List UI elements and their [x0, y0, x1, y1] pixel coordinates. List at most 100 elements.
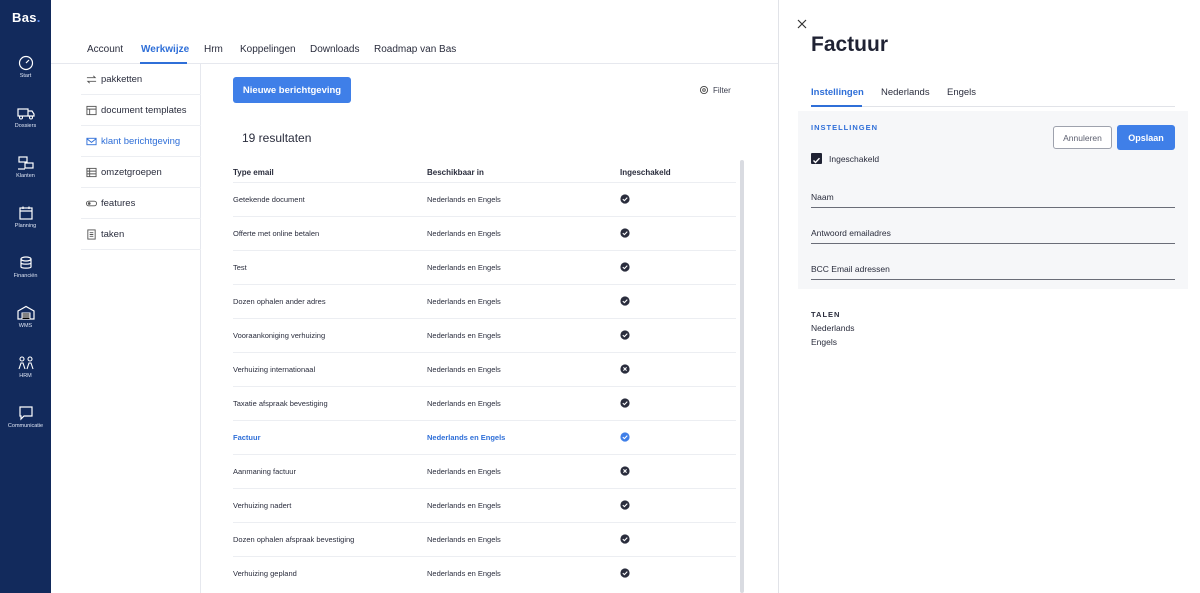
table-row[interactable]: Offerte met online betalen Nederlands en …: [233, 216, 736, 250]
enabled-check-icon: [620, 432, 630, 442]
row-beschikbaar-in: Nederlands en Engels: [427, 229, 501, 238]
row-beschikbaar-in: Nederlands en Engels: [427, 195, 501, 204]
column-beschikbaar-in: Beschikbaar in: [427, 168, 484, 177]
close-icon[interactable]: [797, 19, 807, 29]
active-tab-underline: [811, 105, 862, 107]
table-row[interactable]: Getekende document Nederlands en Engels: [233, 182, 736, 216]
table-row[interactable]: Verhuizing gepland Nederlands en Engels: [233, 556, 736, 590]
warehouse-icon: [16, 305, 35, 320]
nav-label: Klanten: [16, 173, 35, 179]
language-item: Nederlands: [811, 323, 855, 333]
nav-label: Start: [19, 73, 32, 79]
submenu-item-pakketten[interactable]: pakketten: [81, 64, 201, 95]
nav-label: Communicatie: [7, 423, 44, 429]
coins-icon: [19, 256, 32, 269]
nav-communicatie[interactable]: Communicatie: [0, 405, 51, 451]
nav-label: Planning: [14, 223, 37, 229]
nav-financien[interactable]: Financiën: [0, 255, 51, 301]
row-beschikbaar-in: Nederlands en Engels: [427, 569, 501, 578]
gauge-icon: [18, 55, 33, 71]
calendar-icon: [18, 206, 33, 220]
submenu-item-features[interactable]: features: [81, 188, 201, 219]
template-icon: [86, 105, 97, 115]
tab-hrm[interactable]: Hrm: [204, 44, 223, 55]
nav-label: HRM: [19, 373, 32, 379]
submenu-label: document templates: [101, 104, 187, 116]
nav-start[interactable]: Start: [0, 55, 51, 101]
swap-icon: [86, 75, 97, 83]
table-row[interactable]: Verhuizing internationaal Nederlands en E…: [233, 352, 736, 386]
table-row[interactable]: Test Nederlands en Engels: [233, 250, 736, 284]
disabled-x-icon: [620, 364, 630, 374]
row-type-email: Test: [233, 263, 247, 272]
results-count: 19 resultaten: [242, 131, 312, 145]
submenu-label: omzetgroepen: [101, 166, 162, 178]
cancel-button[interactable]: Annuleren: [1053, 126, 1112, 149]
submenu-label: features: [101, 197, 136, 209]
table-header: Type email Beschikbaar in Ingeschakeld: [233, 168, 738, 182]
settings-tabs: Account Werkwijze Hrm Koppelingen Downlo…: [51, 0, 778, 64]
settings-card: INSTELLINGEN Annuleren Opslaan Ingeschak…: [798, 111, 1188, 289]
table-row[interactable]: Factuur Nederlands en Engels: [233, 420, 736, 454]
list-scrollbar[interactable]: [740, 160, 744, 593]
row-beschikbaar-in: Nederlands en Engels: [427, 433, 506, 442]
filter-button[interactable]: Filter: [699, 85, 731, 95]
bcc-email-field[interactable]: BCC Email adressen: [811, 264, 1175, 280]
enabled-check-icon: [620, 262, 630, 272]
tab-downloads[interactable]: Downloads: [310, 44, 359, 55]
reply-email-field[interactable]: Antwoord emailadres: [811, 228, 1175, 244]
enabled-check-icon: [620, 534, 630, 544]
row-beschikbaar-in: Nederlands en Engels: [427, 399, 501, 408]
nav-hrm[interactable]: HRM: [0, 355, 51, 401]
app-logo[interactable]: Bas.: [12, 10, 41, 25]
panel-tabs: Instellingen Nederlands Engels: [811, 87, 1175, 107]
table-row[interactable]: Dozen ophalen afspraak bevestiging Nederl…: [233, 522, 736, 556]
tab-engels[interactable]: Engels: [947, 87, 976, 98]
row-type-email: Dozen ophalen afspraak bevestiging: [233, 535, 355, 544]
truck-icon: [16, 108, 35, 120]
enabled-check-icon: [620, 500, 630, 510]
enabled-check-icon: [620, 330, 630, 340]
table-row[interactable]: Aanmaning factuur Nederlands en Engels: [233, 454, 736, 488]
enabled-checkbox-label: Ingeschakeld: [829, 154, 880, 164]
table-row[interactable]: Dozen ophalen ander adres Nederlands en E…: [233, 284, 736, 318]
save-button[interactable]: Opslaan: [1117, 125, 1175, 150]
nav-label: Financiën: [13, 273, 38, 279]
row-type-email: Getekende document: [233, 195, 305, 204]
nav-klanten[interactable]: Klanten: [0, 155, 51, 201]
main-navigation-rail: Bas. Start Dossiers Klanten Planning Fin…: [0, 0, 51, 593]
row-type-email: Aanmaning factuur: [233, 467, 296, 476]
row-beschikbaar-in: Nederlands en Engels: [427, 365, 501, 374]
detail-panel: Factuur Instellingen Nederlands Engels I…: [778, 0, 1200, 593]
table-icon: [86, 167, 97, 177]
tab-account[interactable]: Account: [87, 44, 123, 55]
table-row[interactable]: Verhuizing nadert Nederlands en Engels: [233, 488, 736, 522]
submenu-item-omzetgroepen[interactable]: omzetgroepen: [81, 157, 201, 188]
row-beschikbaar-in: Nederlands en Engels: [427, 535, 501, 544]
submenu-label: pakketten: [101, 73, 143, 85]
naam-field[interactable]: Naam: [811, 192, 1175, 208]
nav-dossiers[interactable]: Dossiers: [0, 105, 51, 151]
submenu-item-taken[interactable]: taken: [81, 219, 201, 250]
nav-wms[interactable]: WMS: [0, 305, 51, 351]
submenu-item-klant-berichtgeving[interactable]: klant berichtgeving: [81, 126, 201, 157]
section-title: INSTELLINGEN: [811, 123, 879, 132]
tab-koppelingen[interactable]: Koppelingen: [240, 44, 296, 55]
tab-werkwijze[interactable]: Werkwijze: [141, 44, 189, 55]
tab-roadmap[interactable]: Roadmap van Bas: [374, 44, 456, 55]
tab-instellingen[interactable]: Instellingen: [811, 87, 864, 98]
row-type-email: Vooraankoniging verhuizing: [233, 331, 326, 340]
werkwijze-submenu: pakketten document templates klant beric…: [81, 64, 201, 593]
submenu-item-document-templates[interactable]: document templates: [81, 95, 201, 126]
people-icon: [17, 156, 34, 170]
tab-nederlands[interactable]: Nederlands: [881, 87, 930, 98]
mail-icon: [86, 137, 97, 145]
row-type-email: Verhuizing nadert: [233, 501, 292, 510]
nav-planning[interactable]: Planning: [0, 205, 51, 251]
row-type-email: Verhuizing gepland: [233, 569, 297, 578]
enabled-checkbox[interactable]: [811, 153, 822, 164]
new-notification-button[interactable]: Nieuwe berichtgeving: [233, 77, 351, 103]
nav-label: Dossiers: [14, 123, 37, 129]
table-row[interactable]: Vooraankoniging verhuizing Nederlands en …: [233, 318, 736, 352]
table-row[interactable]: Taxatie afspraak bevestiging Nederlands e…: [233, 386, 736, 420]
